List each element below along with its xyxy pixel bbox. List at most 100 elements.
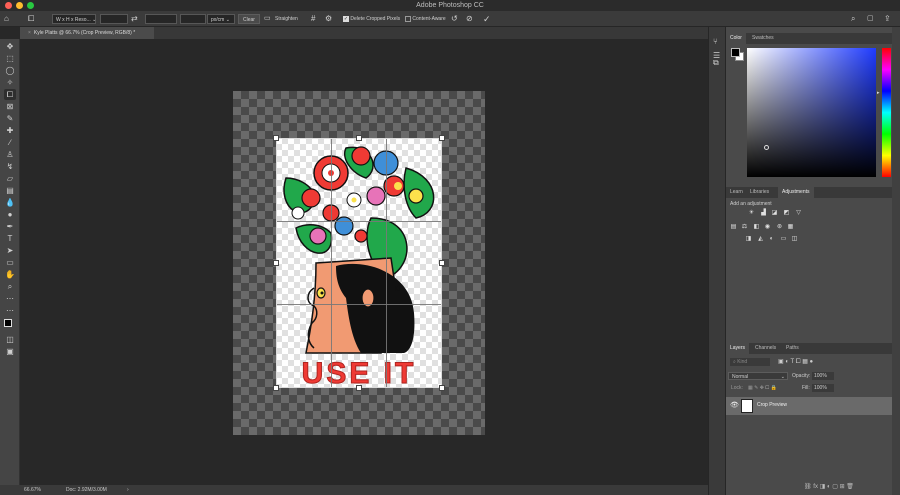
unit-dropdown[interactable]: px/cm ⌄ — [207, 14, 235, 24]
overlay-grid-icon[interactable]: # — [311, 14, 315, 24]
more-tools-icon[interactable]: ⋯ — [4, 293, 16, 304]
status-menu-arrow-icon[interactable]: › — [127, 485, 129, 495]
crop-handle-top[interactable] — [356, 135, 362, 141]
tab-close-icon[interactable]: × — [28, 30, 31, 36]
layer-row[interactable]: 👁 Crop Preview — [726, 397, 892, 415]
blur-tool-icon[interactable]: 💧 — [4, 197, 16, 208]
zoom-tool-icon[interactable]: ⌕ — [4, 281, 16, 292]
move-tool-icon[interactable]: ✥ — [4, 41, 16, 52]
lock-icons[interactable]: ▦ ✎ ✥ ⧠ 🔒 — [748, 384, 777, 392]
crop-handle-top-right[interactable] — [439, 135, 445, 141]
history-panel-icon[interactable]: ⑂ — [713, 37, 718, 46]
hue-slider[interactable] — [882, 48, 891, 177]
frame-tool-icon[interactable]: ⊠ — [4, 101, 16, 112]
panel-scrollbar[interactable] — [892, 27, 900, 495]
document-tab[interactable]: × Kyle Platts @ 66.7% (Crop Preview, RGB/… — [20, 27, 154, 39]
tab-paths[interactable]: Paths — [782, 343, 803, 354]
workspace-icon[interactable]: ▢ — [867, 14, 874, 24]
dodge-tool-icon[interactable]: ● — [4, 209, 16, 220]
layer-filter-kind[interactable]: ⌕ Kind — [730, 358, 770, 366]
cancel-icon[interactable]: ⊘ — [466, 14, 473, 24]
tab-libraries[interactable]: Libraries — [746, 187, 773, 198]
layer-name[interactable]: Crop Preview — [757, 402, 787, 408]
selective-color-icon[interactable]: ◫ — [791, 236, 798, 242]
tab-adjustments[interactable]: Adjustments — [778, 187, 814, 198]
home-icon[interactable]: ⌂ — [4, 14, 9, 24]
layer-filter-icons[interactable]: ▣ ◐ T ⧠ ▦ ● — [778, 358, 813, 366]
channel-mixer-icon[interactable]: ⊛ — [776, 224, 783, 230]
height-field[interactable] — [145, 14, 177, 24]
search-icon[interactable]: ⌕ — [851, 14, 855, 24]
tab-learn[interactable]: Learn — [726, 187, 747, 198]
history-brush-tool-icon[interactable]: ↯ — [4, 161, 16, 172]
levels-icon[interactable]: ▟ — [760, 210, 767, 216]
brightness-contrast-icon[interactable]: ☀ — [748, 210, 755, 216]
clear-button[interactable]: Clear — [238, 14, 260, 24]
opacity-field[interactable]: 100% — [812, 372, 834, 380]
rectangle-tool-icon[interactable]: ▭ — [4, 257, 16, 268]
zoom-window-button[interactable] — [27, 2, 34, 9]
type-tool-icon[interactable]: T — [4, 233, 16, 244]
lasso-tool-icon[interactable]: ◯ — [4, 65, 16, 76]
delete-cropped-checkbox[interactable]: ✓ Delete Cropped Pixels — [343, 14, 400, 24]
adjust-panel-icon[interactable]: ⧉ — [713, 58, 719, 68]
share-icon[interactable]: ⇪ — [884, 14, 891, 24]
curves-icon[interactable]: ◪ — [771, 210, 778, 216]
photo-filter-icon[interactable]: ◉ — [764, 224, 771, 230]
eyedropper-tool-icon[interactable]: ✎ — [4, 113, 16, 124]
crop-handle-top-left[interactable] — [273, 135, 279, 141]
color-picker-cursor[interactable] — [764, 145, 769, 150]
color-field[interactable] — [747, 48, 876, 177]
crop-border[interactable] — [276, 138, 442, 388]
eraser-tool-icon[interactable]: ▱ — [4, 173, 16, 184]
hue-saturation-icon[interactable]: ▤ — [730, 224, 737, 230]
vibrance-icon[interactable]: ▽ — [795, 210, 802, 216]
crop-handle-bottom[interactable] — [356, 385, 362, 391]
edit-toolbar-icon[interactable]: ⋯ — [4, 305, 16, 316]
tab-color[interactable]: Color — [726, 33, 746, 44]
tab-channels[interactable]: Channels — [751, 343, 780, 354]
brush-tool-icon[interactable]: ∕ — [4, 137, 16, 148]
hue-slider-marker-icon[interactable]: ▸ — [877, 90, 880, 96]
magic-wand-tool-icon[interactable]: ✧ — [4, 77, 16, 88]
gradient-map-icon[interactable]: ▭ — [780, 236, 787, 242]
threshold-icon[interactable]: ◐ — [768, 236, 775, 242]
minimize-window-button[interactable] — [16, 2, 23, 9]
resolution-field[interactable] — [180, 14, 206, 24]
marquee-tool-icon[interactable]: ⬚ — [4, 53, 16, 64]
color-lookup-icon[interactable]: ▦ — [787, 224, 794, 230]
foreground-color-chip[interactable] — [731, 48, 740, 57]
exposure-icon[interactable]: ◩ — [783, 210, 790, 216]
visibility-eye-icon[interactable]: 👁 — [730, 401, 739, 409]
screen-mode-icon[interactable]: ▣ — [4, 346, 16, 357]
straighten-icon[interactable]: ▭ — [264, 14, 271, 24]
blend-mode-dropdown[interactable]: Normal ⌄ — [728, 372, 788, 380]
content-aware-checkbox[interactable]: Content-Aware — [405, 14, 446, 24]
hand-tool-icon[interactable]: ✋ — [4, 269, 16, 280]
layer-footer-icons[interactable]: ⛓ fx ◨ ◐ ▢ ⊞ 🗑 — [804, 483, 854, 491]
crop-handle-right[interactable] — [439, 260, 445, 266]
posterize-icon[interactable]: ◭ — [757, 236, 764, 242]
foreground-color-swatch[interactable] — [4, 319, 12, 327]
gear-icon[interactable]: ⚙ — [325, 14, 332, 24]
ratio-dropdown[interactable]: W x H x Reso... ⌄ — [52, 14, 96, 24]
healing-brush-tool-icon[interactable]: ✚ — [4, 125, 16, 136]
commit-checkmark-icon[interactable]: ✓ — [483, 14, 491, 24]
gradient-tool-icon[interactable]: ▤ — [4, 185, 16, 196]
zoom-level[interactable]: 66.67% — [24, 485, 41, 495]
straighten-label[interactable]: Straighten — [275, 14, 298, 24]
crop-handle-left[interactable] — [273, 260, 279, 266]
invert-icon[interactable]: ◨ — [745, 236, 752, 242]
pen-tool-icon[interactable]: ✒ — [4, 221, 16, 232]
close-window-button[interactable] — [5, 2, 12, 9]
swap-icon[interactable]: ⇄ — [131, 14, 138, 24]
crop-handle-bottom-right[interactable] — [439, 385, 445, 391]
black-white-icon[interactable]: ◧ — [753, 224, 760, 230]
color-balance-icon[interactable]: ⚖ — [741, 224, 748, 230]
crop-tool-icon[interactable]: ⧠ — [28, 14, 34, 24]
width-field[interactable] — [100, 14, 128, 24]
tab-swatches[interactable]: Swatches — [748, 33, 778, 44]
clone-stamp-tool-icon[interactable]: ♙ — [4, 149, 16, 160]
quick-mask-icon[interactable]: ◫ — [4, 334, 16, 345]
crop-handle-bottom-left[interactable] — [273, 385, 279, 391]
